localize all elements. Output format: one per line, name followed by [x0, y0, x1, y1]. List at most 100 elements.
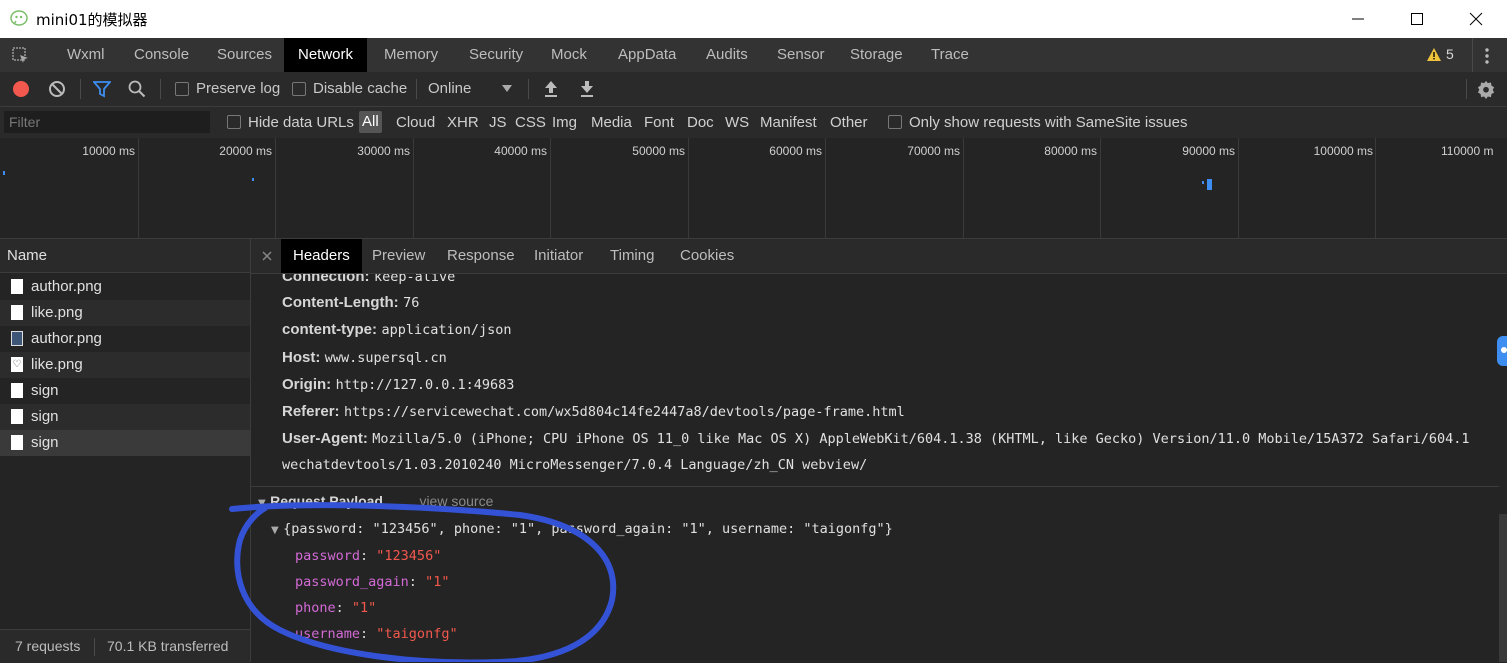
tabbar-divider [1472, 38, 1473, 72]
tab-initiator[interactable]: Initiator [522, 239, 595, 273]
file-icon [11, 409, 23, 424]
header-row: Referer: https://servicewechat.com/wx5d8… [282, 403, 905, 420]
header-row: Content-Length: 76 [282, 294, 419, 311]
file-icon [11, 383, 23, 398]
filter-type-ws[interactable]: WS [725, 107, 749, 138]
payload-key: phone [295, 600, 336, 616]
request-name: sign [31, 408, 59, 425]
header-value: wechatdevtools/1.03.2010240 MicroMesseng… [282, 457, 868, 473]
tab-audits[interactable]: Audits [692, 38, 762, 72]
tab-network[interactable]: Network [284, 38, 368, 72]
filter-type-font[interactable]: Font [644, 107, 674, 138]
section-divider [251, 486, 1499, 487]
tab-wxml[interactable]: Wxml [53, 38, 119, 72]
timeline-tick-label: 90000 ms [1182, 144, 1235, 158]
request-row[interactable]: like.png [0, 300, 250, 326]
tab-sources[interactable]: Sources [203, 38, 286, 72]
maximize-button[interactable] [1387, 0, 1447, 38]
timeline-tick-label: 100000 ms [1313, 144, 1373, 158]
payload-value: "123456" [376, 548, 442, 564]
samesite-label[interactable]: Only show requests with SameSite issues [909, 107, 1187, 138]
request-row[interactable]: author.png [0, 274, 250, 300]
warning-count: 5 [1446, 46, 1454, 62]
triangle-down-icon: ▼ [271, 525, 279, 536]
file-icon [11, 279, 23, 294]
timeline-tick-label: 10000 ms [82, 144, 135, 158]
file-icon [11, 435, 23, 450]
payload-field: username: "taigonfg" [295, 626, 458, 642]
tab-headers[interactable]: Headers [281, 239, 362, 273]
tab-mock[interactable]: Mock [537, 38, 601, 72]
tab-storage[interactable]: Storage [836, 38, 917, 72]
tab-console[interactable]: Console [120, 38, 203, 72]
hide-data-urls-label[interactable]: Hide data URLs [248, 107, 354, 138]
samesite-checkbox[interactable] [888, 115, 902, 129]
name-column-header[interactable]: Name [0, 239, 250, 273]
request-row[interactable]: author.png [0, 326, 250, 352]
close-detail-icon[interactable] [262, 251, 272, 261]
timeline-gridline [275, 138, 276, 238]
vertical-scrollbar[interactable] [1499, 514, 1507, 662]
record-icon[interactable] [12, 80, 30, 98]
request-row-selected[interactable]: sign [0, 430, 250, 456]
tab-trace[interactable]: Trace [917, 38, 983, 72]
preserve-log-label[interactable]: Preserve log [196, 72, 280, 106]
tab-appdata[interactable]: AppData [604, 38, 690, 72]
file-icon [11, 305, 23, 320]
filter-input[interactable] [4, 111, 210, 133]
close-icon [1469, 12, 1483, 26]
maximize-icon [1411, 13, 1423, 25]
throttling-select[interactable]: Online [427, 72, 517, 106]
filter-type-js[interactable]: JS [489, 107, 507, 138]
clear-icon[interactable] [48, 80, 66, 98]
disable-cache-checkbox[interactable] [292, 82, 306, 96]
header-value: Mozilla/5.0 (iPhone; CPU iPhone OS 11_0 … [372, 431, 1470, 447]
header-row: Host: www.supersql.cn [282, 349, 447, 366]
filter-type-other[interactable]: Other [830, 107, 868, 138]
hide-data-urls-checkbox[interactable] [227, 115, 241, 129]
request-row[interactable]: sign [0, 404, 250, 430]
tab-timing[interactable]: Timing [598, 239, 666, 273]
payload-value: "taigonfg" [376, 626, 458, 642]
inspect-element-icon[interactable] [12, 47, 30, 65]
tab-memory[interactable]: Memory [370, 38, 452, 72]
search-icon[interactable] [128, 80, 146, 98]
tab-sensor[interactable]: Sensor [763, 38, 839, 72]
close-button[interactable] [1446, 0, 1506, 38]
view-source-link[interactable]: view source [419, 493, 493, 509]
tab-cookies[interactable]: Cookies [668, 239, 746, 273]
tab-preview[interactable]: Preview [360, 239, 437, 273]
tab-response[interactable]: Response [435, 239, 527, 273]
header-key: Referer: [282, 403, 340, 420]
preserve-log-checkbox[interactable] [175, 82, 189, 96]
detail-tab-bar: Headers Preview Response Initiator Timin… [251, 239, 1507, 274]
more-options-icon[interactable] [1482, 47, 1492, 65]
timeline-tick-label: 20000 ms [219, 144, 272, 158]
filter-type-manifest[interactable]: Manifest [760, 107, 817, 138]
side-handle[interactable] [1497, 336, 1507, 366]
tab-security[interactable]: Security [455, 38, 537, 72]
request-row[interactable]: ♡ like.png [0, 352, 250, 378]
request-name: like.png [31, 304, 83, 321]
filter-type-all[interactable]: All [359, 111, 382, 133]
timeline-tick-label: 60000 ms [769, 144, 822, 158]
filter-icon[interactable] [93, 81, 111, 98]
filter-type-doc[interactable]: Doc [687, 107, 714, 138]
import-har-icon[interactable] [543, 80, 559, 98]
filter-type-xhr[interactable]: XHR [447, 107, 479, 138]
payload-section-header[interactable]: ▼ Request Payload view source [258, 493, 493, 510]
payload-summary-row[interactable]: ▼ {password: "123456", phone: "1", passw… [271, 521, 893, 537]
minimize-button[interactable] [1328, 0, 1388, 38]
network-timeline-overview[interactable]: 10000 ms 20000 ms 30000 ms 40000 ms 5000… [0, 138, 1507, 239]
filter-type-img[interactable]: Img [552, 107, 577, 138]
throttling-value: Online [428, 80, 472, 97]
export-har-icon[interactable] [579, 80, 595, 98]
filter-type-css[interactable]: CSS [515, 107, 546, 138]
disable-cache-label[interactable]: Disable cache [313, 72, 407, 106]
filter-type-media[interactable]: Media [591, 107, 632, 138]
request-row[interactable]: sign [0, 378, 250, 404]
timeline-tick-label: 110000 m [1441, 144, 1493, 158]
settings-gear-icon[interactable] [1477, 80, 1496, 99]
filter-type-cloud[interactable]: Cloud [396, 107, 435, 138]
header-value: http://127.0.0.1:49683 [335, 377, 515, 393]
